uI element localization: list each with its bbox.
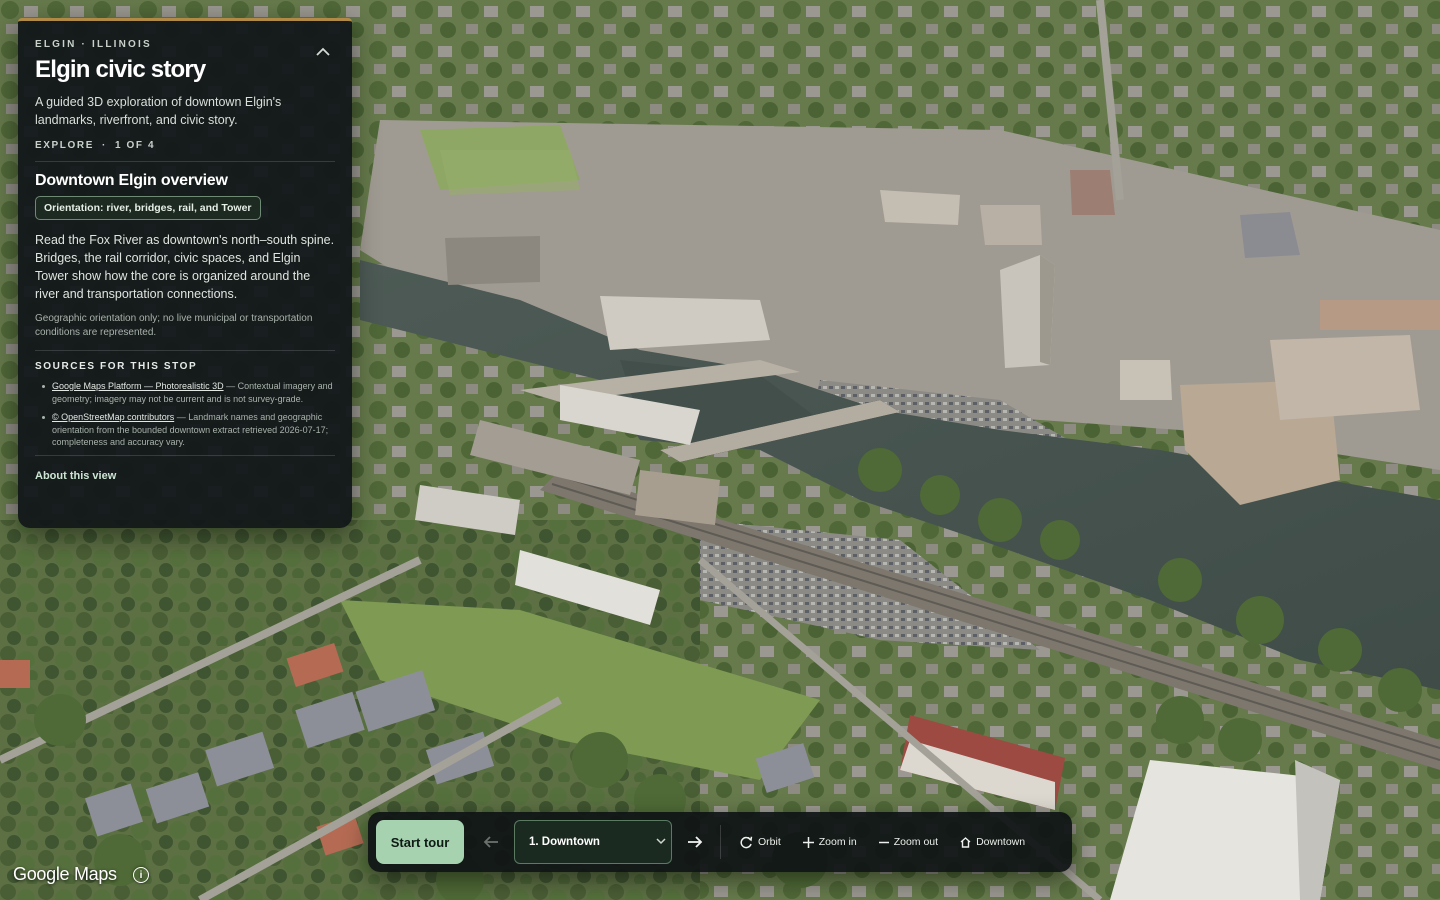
stop-select[interactable]: 1. Downtown [514,820,672,864]
progress-count: 1 OF 4 [114,140,156,151]
sources-list: Google Maps Platform — Photorealistic 3D… [35,380,335,449]
zoom-out-button[interactable]: Zoom out [868,822,949,862]
tour-progress: EXPLORE · 1 OF 4 [35,140,335,151]
start-tour-button[interactable]: Start tour [376,820,464,864]
sources-heading: SOURCES FOR THIS STOP [35,361,198,372]
chevron-up-icon [316,47,330,56]
stop-title: Downtown Elgin overview [35,172,228,189]
downtown-label: Downtown [976,836,1026,848]
google-maps-logo: Google Maps [13,864,117,884]
panel-description: A guided 3D exploration of downtown Elgi… [35,95,282,127]
source-link[interactable]: Google Maps Platform — Photorealistic 3D [52,381,224,391]
stop-description: Read the Fox River as downtown's north–s… [35,233,335,301]
source-link[interactable]: © OpenStreetMap contributors [52,412,174,422]
minus-icon [878,841,889,843]
stop-disclaimer: Geographic orientation only; no live mun… [35,313,313,338]
orbit-icon [740,836,753,848]
zoom-in-label: Zoom in [818,836,857,848]
divider [35,454,335,456]
toolbar-separator [720,825,721,859]
zoom-in-button[interactable]: Zoom in [792,822,868,862]
divider [35,161,335,162]
info-icon[interactable]: i [133,867,149,883]
stop-orientation-tag: Orientation: river, bridges, rail, and T… [35,196,261,220]
panel-title: Elgin civic story [35,56,206,83]
orbit-label: Orbit [758,836,781,848]
source-item: Google Maps Platform — Photorealistic 3D… [35,380,335,405]
divider [35,350,335,351]
zoom-out-label: Zoom out [893,836,939,848]
tour-toolbar: Start tour 1. Downtown Orbit Zoom in Zoo… [368,812,1072,872]
progress-separator: · [102,140,107,151]
previous-stop-button[interactable] [472,820,510,864]
source-item: © OpenStreetMap contributors — Landmark … [35,411,335,449]
stop-select-value: 1. Downtown [529,836,600,848]
plus-icon [802,836,814,848]
arrow-right-icon [688,836,703,848]
location-eyebrow: ELGIN · ILLINOIS [35,39,152,50]
orbit-button[interactable]: Orbit [729,822,792,862]
next-stop-button[interactable] [676,820,714,864]
about-this-view-link[interactable]: About this view [35,470,335,482]
collapse-panel-button[interactable] [312,41,334,61]
chevron-down-icon [656,838,666,845]
tour-info-panel: ELGIN · ILLINOIS Elgin civic story A gui… [18,18,352,528]
arrow-left-icon [483,836,498,848]
home-icon [960,836,971,848]
downtown-button[interactable]: Downtown [949,822,1036,862]
progress-label: EXPLORE [35,140,94,151]
